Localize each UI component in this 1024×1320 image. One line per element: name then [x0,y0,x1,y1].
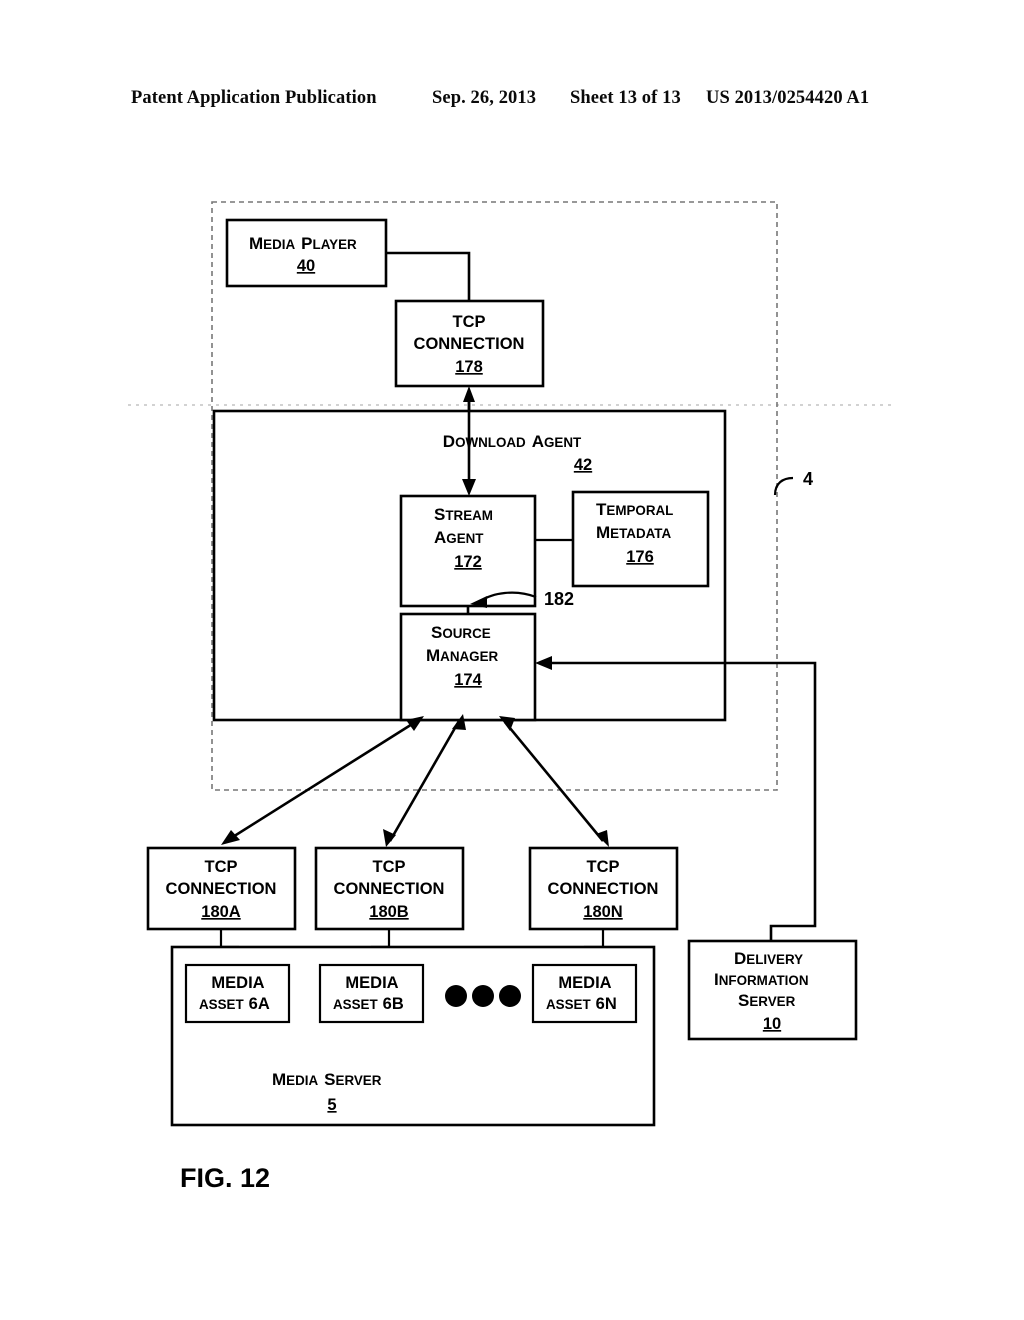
delivery-server-line3: SERVER [738,991,796,1010]
arrowhead-to-source-manager-n [499,716,515,731]
ellipsis-dots [445,985,521,1007]
media-player-block: MEDIA PLAYER 40 [225,218,388,288]
download-agent-label: DOWNLOAD AGENT [443,432,582,451]
tcp180n-line1: TCP [587,858,620,876]
stream-agent-line1: STREAM [434,505,493,524]
media-asset-6b-line1: MEDIA [345,974,398,992]
delivery-server-line2: INFORMATION [714,970,809,989]
tcp-connection-180b-block: TCP CONNECTION 180B [314,846,465,931]
media-asset-6a-line2: ASSET 6A [199,995,270,1013]
media-asset-6n-block: MEDIA ASSET 6N [531,963,638,1024]
stream-agent-block: STREAM AGENT 172 [399,494,537,608]
arrowhead-to-tcp180a [221,830,240,845]
tcp180a-ref: 180A [201,903,241,921]
temporal-metadata-line1: TEMPORAL [596,500,673,519]
tcp-connection-178-block: TCP CONNECTION 178 [394,299,545,388]
connector-source-manager-to-tcp180n [503,721,605,842]
figure-caption: FIG. 12 [180,1163,270,1193]
connector-media-player-to-tcp178 [386,251,471,301]
source-manager-block: SOURCE MANAGER 174 [399,612,537,722]
media-player-ref: 40 [297,257,315,275]
media-asset-6n-line2: ASSET 6N [546,995,617,1013]
source-manager-ref: 174 [454,671,482,689]
stream-agent-ref: 172 [454,553,482,571]
tcp180n-line2: CONNECTION [548,880,659,898]
source-manager-line2: MANAGER [426,646,499,665]
tcp180b-ref: 180B [369,903,409,921]
reference-label-182: 182 [544,589,574,609]
tcp180n-ref: 180N [583,903,622,921]
tcp178-line2: CONNECTION [414,335,525,353]
media-server-ref: 5 [327,1096,336,1114]
media-asset-6b-line2: ASSET 6B [333,995,404,1013]
delivery-information-server-block: DELIVERY INFORMATION SERVER 10 [687,939,858,1041]
media-asset-6n-line1: MEDIA [558,974,611,992]
stream-agent-line2: AGENT [434,528,484,547]
tcp178-line1: TCP [453,313,486,331]
source-manager-line1: SOURCE [431,623,491,642]
tcp180b-line1: TCP [373,858,406,876]
media-player-label: MEDIA PLAYER [249,234,357,253]
patent-figure-page: Patent Application Publication Sep. 26, … [0,0,1024,1320]
delivery-server-line1: DELIVERY [734,949,803,968]
reference-label-4: 4 [803,469,813,489]
temporal-metadata-line2: METADATA [596,523,671,542]
connector-source-manager-to-tcp180b [388,720,461,842]
tcp180a-line2: CONNECTION [166,880,277,898]
tcp178-ref: 178 [455,358,483,376]
figure-12-diagram: 4 MEDIA PLAYER 40 TCP CONNECTION 178 DOWN… [128,201,896,1193]
delivery-server-ref: 10 [763,1015,781,1033]
media-server-label: MEDIA SERVER [272,1070,382,1089]
download-agent-ref: 42 [574,456,592,474]
arrowhead-to-tcp180n [596,830,609,847]
media-asset-6a-line1: MEDIA [211,974,264,992]
tcp180b-line2: CONNECTION [334,880,445,898]
tcp180a-line1: TCP [205,858,238,876]
temporal-metadata-block: TEMPORAL METADATA 176 [571,490,710,588]
media-asset-6b-block: MEDIA ASSET 6B [318,963,425,1024]
temporal-metadata-ref: 176 [626,548,654,566]
tcp-connection-180a-block: TCP CONNECTION 180A [146,846,297,931]
media-asset-6a-block: MEDIA ASSET 6A [184,963,291,1024]
tcp-connection-180n-block: TCP CONNECTION 180N [528,846,679,931]
connector-source-manager-to-tcp180a [227,719,418,842]
